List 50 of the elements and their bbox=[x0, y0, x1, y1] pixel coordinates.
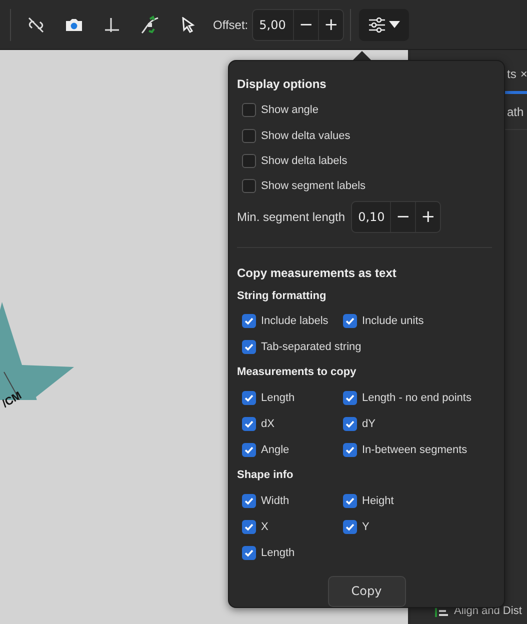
check-icon bbox=[345, 316, 355, 326]
checkbox[interactable]: Show delta labels bbox=[237, 148, 348, 174]
checkbox[interactable]: Length - no end points bbox=[338, 385, 472, 411]
increment-button[interactable]: + bbox=[318, 10, 344, 40]
check-icon bbox=[345, 496, 355, 506]
checkbox[interactable]: dY bbox=[338, 411, 376, 437]
check-icon bbox=[345, 522, 355, 532]
check-icon bbox=[244, 445, 254, 455]
checkbox[interactable]: Length bbox=[237, 385, 295, 411]
min-length-label: Min. segment length bbox=[237, 210, 346, 224]
section-title: Display options bbox=[237, 77, 328, 93]
offset-label: Offset: bbox=[213, 18, 248, 32]
checkbox[interactable]: Show segment labels bbox=[237, 174, 366, 200]
checkbox[interactable]: dX bbox=[237, 411, 274, 437]
checkbox[interactable]: Show delta values bbox=[237, 123, 350, 148]
sliders-icon bbox=[368, 16, 386, 32]
min-length-field[interactable]: 0,10 − + bbox=[351, 201, 442, 234]
checkbox[interactable]: Height bbox=[338, 488, 394, 514]
section-title: Copy measurements as text bbox=[237, 266, 398, 282]
group-title: Measurements to copy bbox=[237, 366, 358, 380]
check-icon bbox=[244, 342, 254, 352]
decrement-button[interactable]: − bbox=[390, 202, 416, 232]
checkbox[interactable]: Length bbox=[237, 540, 295, 566]
check-icon bbox=[244, 496, 254, 506]
measurement-label: /CM bbox=[0, 390, 24, 410]
check-icon bbox=[244, 522, 254, 532]
checkbox[interactable]: Show angle bbox=[237, 98, 318, 123]
group-title: String formatting bbox=[237, 290, 328, 304]
caret-icon bbox=[389, 21, 400, 28]
group-title: Shape info bbox=[237, 469, 294, 483]
check-icon bbox=[345, 393, 355, 403]
check-icon bbox=[244, 419, 254, 429]
copy-button[interactable]: Copy bbox=[328, 576, 406, 607]
display-options-button[interactable] bbox=[359, 8, 410, 40]
checkbox[interactable]: X bbox=[237, 514, 268, 540]
checkbox[interactable]: Tab-separated string bbox=[237, 334, 362, 360]
checkbox[interactable]: Include units bbox=[338, 308, 424, 334]
check-icon bbox=[244, 316, 254, 326]
increment-button[interactable]: + bbox=[415, 202, 440, 232]
check-icon bbox=[244, 393, 254, 403]
checkbox[interactable]: Angle bbox=[237, 437, 290, 463]
check-icon bbox=[244, 548, 254, 558]
decrement-button[interactable]: − bbox=[293, 10, 318, 40]
checkbox[interactable]: Y bbox=[338, 514, 370, 540]
offset-field[interactable]: 5,00 − + bbox=[252, 8, 344, 40]
checkbox[interactable]: In-between segments bbox=[338, 437, 468, 463]
checkbox[interactable]: Include labels bbox=[237, 308, 328, 334]
check-icon bbox=[345, 445, 355, 455]
checkbox[interactable]: Width bbox=[237, 488, 290, 514]
check-icon bbox=[345, 419, 355, 429]
